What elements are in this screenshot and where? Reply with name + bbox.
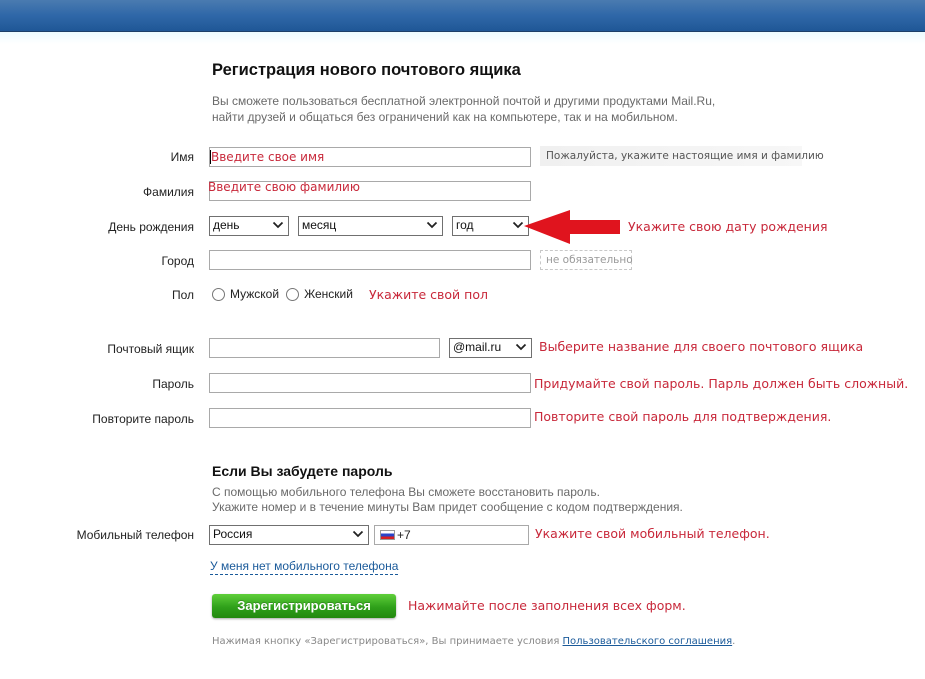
mailbox-label: Почтовый ящик bbox=[107, 342, 194, 356]
recovery-subtitle-line: Укажите номер и в течение минуты Вам при… bbox=[212, 500, 683, 514]
birthday-label: День рождения bbox=[108, 220, 194, 234]
terms-notice: Нажимая кнопку «Зарегистрироваться», Вы … bbox=[212, 636, 735, 647]
day-select-value: день bbox=[213, 218, 240, 232]
month-select-value: месяц bbox=[302, 218, 337, 232]
year-select-value: год bbox=[456, 218, 474, 232]
terms-text: Нажимая кнопку «Зарегистрироваться», Вы … bbox=[212, 636, 563, 647]
password-annotation: Придумайте свой пароль. Парль должен быт… bbox=[534, 376, 909, 391]
russia-flag-icon bbox=[380, 530, 395, 540]
first-name-input[interactable]: Введите свое имя bbox=[209, 147, 531, 167]
gender-female-radio[interactable] bbox=[286, 287, 300, 301]
phone-country-select[interactable]: Россия bbox=[209, 525, 369, 545]
mail-domain-value: @mail.ru bbox=[453, 340, 502, 354]
first-name-label: Имя bbox=[170, 150, 194, 164]
phone-number-input[interactable]: +7 bbox=[374, 525, 529, 545]
subtitle-line: найти друзей и общаться без ограничений … bbox=[212, 110, 678, 124]
subtitle-line: Вы сможете пользоваться бесплатной элект… bbox=[212, 94, 716, 108]
recovery-section-title: Если Вы забудете пароль bbox=[212, 463, 393, 479]
password-repeat-annotation: Повторите свой пароль для подтверждения. bbox=[534, 409, 832, 424]
red-arrow-icon bbox=[524, 210, 620, 244]
recovery-section-subtitle: С помощью мобильного телефона Вы сможете… bbox=[212, 485, 683, 515]
name-hint-tooltip: Пожалуйста, укажите настоящие имя и фами… bbox=[540, 146, 824, 166]
birthday-day-select[interactable]: день bbox=[209, 216, 289, 236]
mailbox-input[interactable] bbox=[209, 338, 440, 358]
mail-domain-select[interactable]: @mail.ru bbox=[449, 338, 532, 358]
chevron-down-icon bbox=[426, 221, 438, 229]
chevron-down-icon bbox=[272, 221, 284, 229]
terms-link[interactable]: Пользовательского соглашения bbox=[563, 636, 733, 647]
gender-male-radio[interactable] bbox=[212, 287, 225, 301]
last-name-annotation: Введите свою фамилию bbox=[208, 180, 360, 194]
register-annotation: Нажимайте после заполнения всех форм. bbox=[408, 598, 686, 613]
phone-code-value: +7 bbox=[397, 528, 411, 542]
password-repeat-input[interactable] bbox=[209, 408, 531, 428]
birthday-annotation: Укажите свою дату рождения bbox=[628, 219, 828, 234]
password-label: Пароль bbox=[152, 377, 194, 391]
terms-end: . bbox=[732, 636, 736, 647]
city-input[interactable] bbox=[209, 250, 531, 270]
recovery-subtitle-line: С помощью мобильного телефона Вы сможете… bbox=[212, 485, 600, 499]
gender-female-label[interactable]: Женский bbox=[304, 287, 353, 301]
header-shadow bbox=[0, 32, 925, 44]
city-optional-hint: не обязательно bbox=[540, 250, 633, 270]
password-input[interactable] bbox=[209, 373, 531, 393]
phone-annotation: Укажите свой мобильный телефон. bbox=[535, 526, 770, 541]
top-header-bar bbox=[0, 0, 925, 32]
page-title: Регистрация нового почтового ящика bbox=[212, 61, 521, 79]
chevron-down-icon bbox=[515, 343, 527, 351]
gender-annotation: Укажите свой пол bbox=[369, 287, 488, 302]
gender-male-label[interactable]: Мужской bbox=[230, 287, 279, 301]
birthday-month-select[interactable]: месяц bbox=[298, 216, 443, 236]
last-name-label: Фамилия bbox=[143, 185, 194, 199]
mailbox-annotation: Выберите название для своего почтового я… bbox=[539, 339, 864, 354]
no-phone-link[interactable]: У меня нет мобильного телефона bbox=[210, 559, 399, 575]
register-button[interactable]: Зарегистрироваться bbox=[212, 594, 396, 618]
page-subtitle: Вы сможете пользоваться бесплатной элект… bbox=[212, 93, 715, 125]
gender-radio-group: Мужской Женский bbox=[212, 287, 353, 301]
password-repeat-label: Повторите пароль bbox=[92, 412, 194, 426]
phone-label: Мобильный телефон bbox=[76, 528, 194, 542]
gender-label: Пол bbox=[171, 288, 194, 302]
phone-country-value: Россия bbox=[213, 527, 253, 541]
chevron-down-icon bbox=[352, 530, 364, 538]
birthday-year-select[interactable]: год bbox=[452, 216, 529, 236]
city-label: Город bbox=[161, 254, 194, 268]
first-name-value: Введите свое имя bbox=[211, 150, 325, 164]
